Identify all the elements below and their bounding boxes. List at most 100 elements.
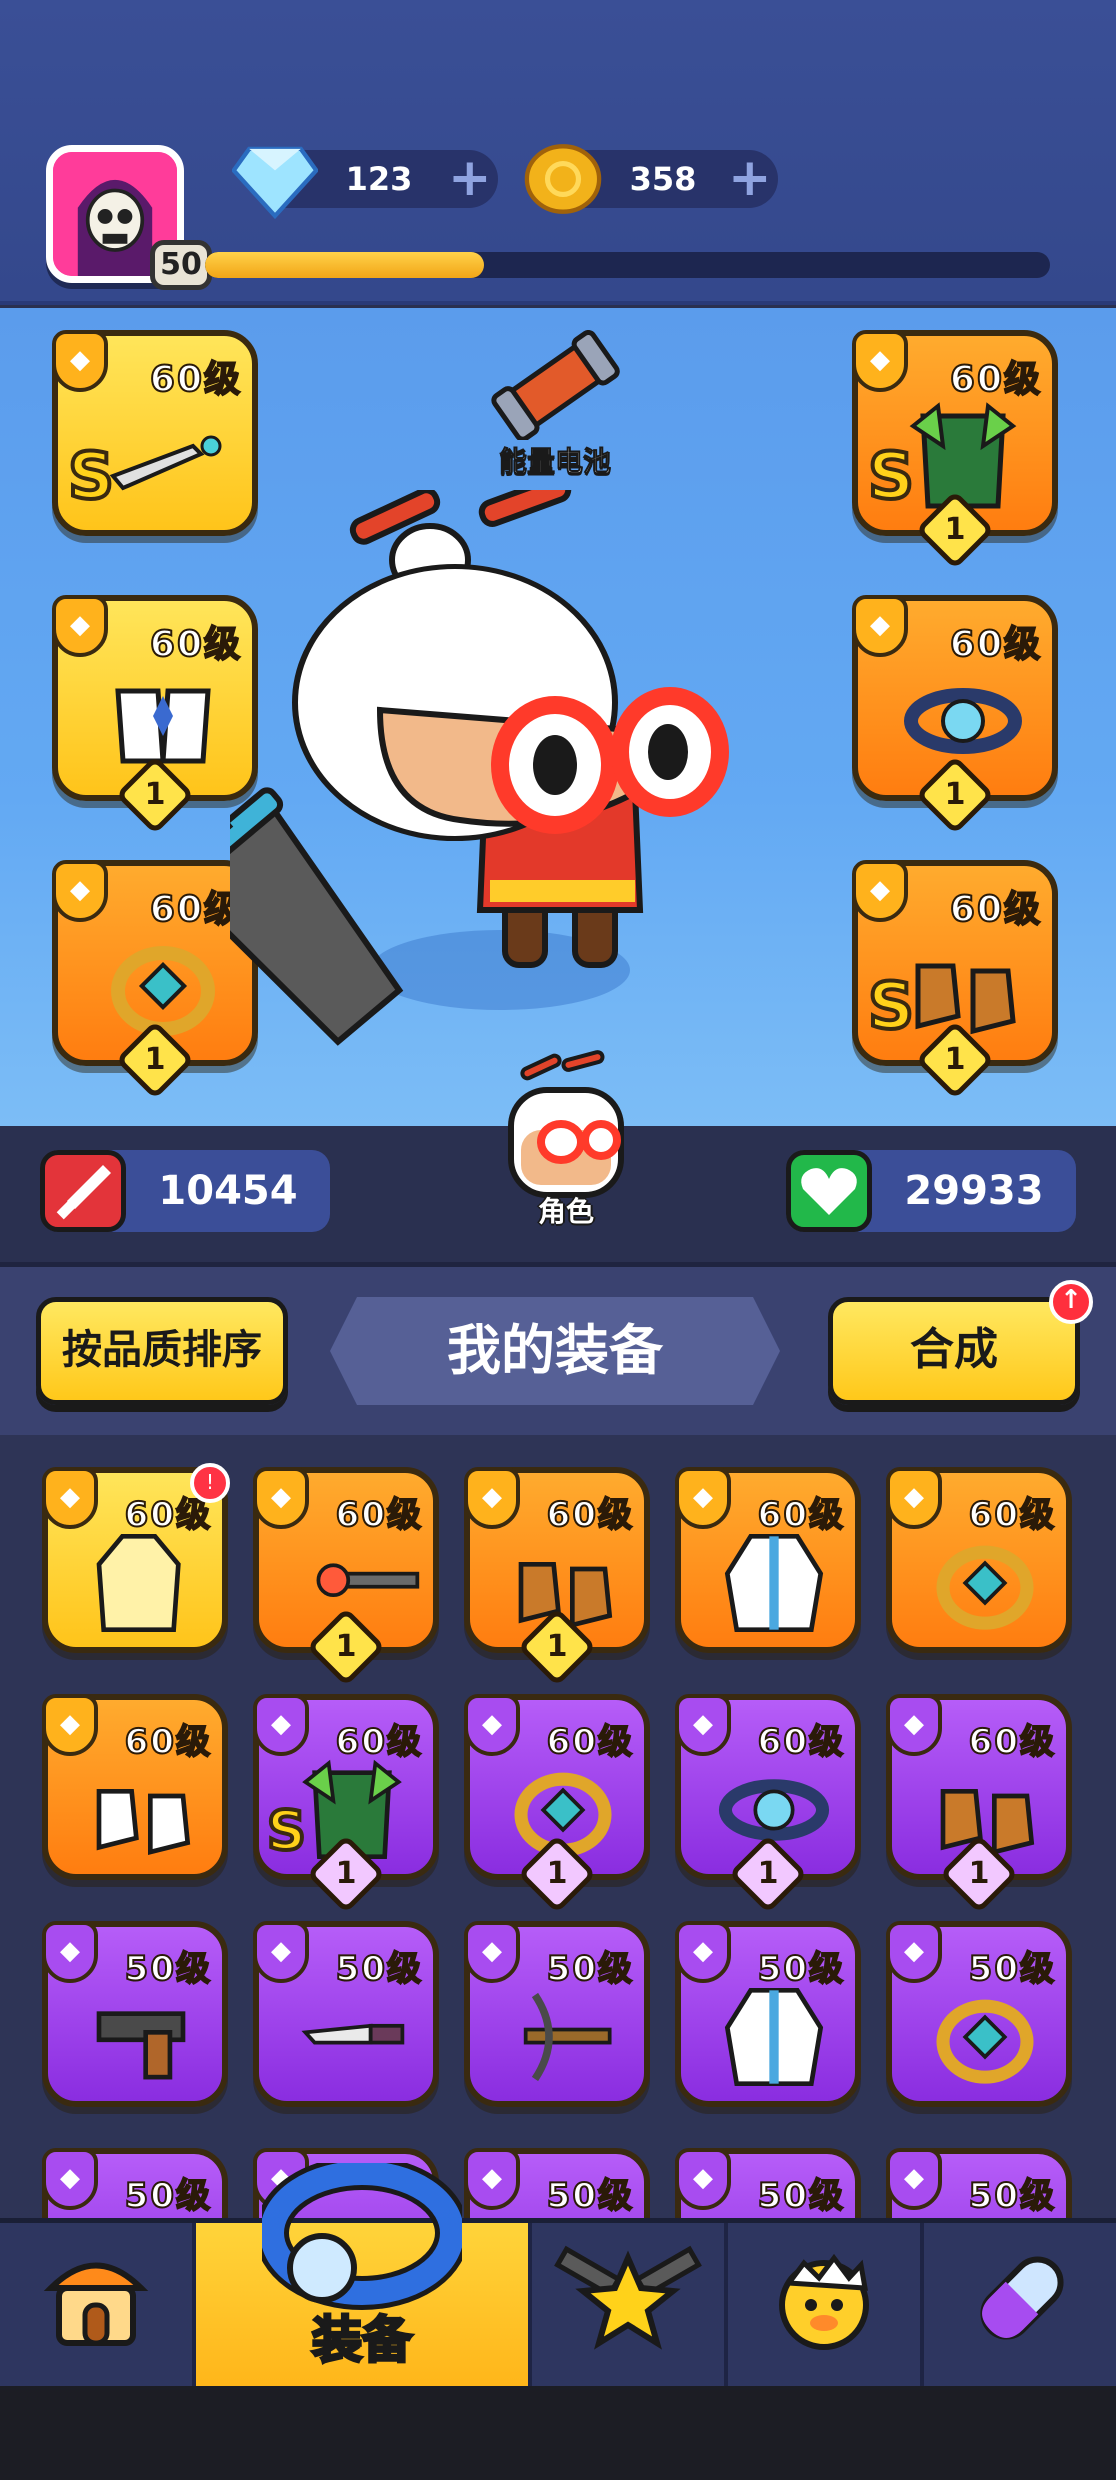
- robe-icon: [724, 1534, 824, 1632]
- item-level: 60级: [968, 1494, 1056, 1536]
- equipped-belt-slot[interactable]: ◆ 60级 1: [852, 595, 1058, 835]
- sort-by-quality-button[interactable]: 按品质排序: [36, 1297, 288, 1405]
- item-level: 60级: [335, 1721, 423, 1763]
- item-grade: S: [66, 438, 116, 516]
- character-button[interactable]: 角色: [492, 1050, 640, 1230]
- item-level: 50级: [335, 1948, 423, 1990]
- item-level: 60级: [546, 1494, 634, 1536]
- add-coins-button[interactable]: +: [728, 152, 772, 204]
- inventory-item[interactable]: ◆ 60级 1: [464, 1694, 650, 1914]
- ring-icon: [936, 1545, 1034, 1630]
- nav-capsule[interactable]: [924, 2223, 1116, 2386]
- item-level: 50级: [124, 2175, 212, 2217]
- inventory-title: 我的装备: [330, 1297, 780, 1405]
- inventory-item[interactable]: ◆ 60级 1: [675, 1694, 861, 1914]
- star-rank-value: 1: [944, 512, 966, 547]
- slot-type-icon: ◆: [886, 1467, 942, 1529]
- slot-type-icon: ◆: [42, 2148, 98, 2210]
- slot-type-icon: ◆: [52, 860, 108, 922]
- item-level: 50级: [757, 1948, 845, 1990]
- attack-value: 10454: [158, 1168, 298, 1214]
- equipped-weapon-slot[interactable]: ◆ 60级 S: [52, 330, 258, 536]
- equipped-boots-slot[interactable]: ◆ 60级 S 1: [852, 860, 1058, 1100]
- item-level: 60级: [949, 358, 1042, 401]
- add-gems-button[interactable]: +: [448, 152, 492, 204]
- equipped-armor-slot[interactable]: ◆ 60级 S 1: [852, 330, 1058, 570]
- heart-icon: [786, 1150, 872, 1232]
- hero-character[interactable]: [230, 490, 770, 1070]
- knife-icon: [301, 2023, 405, 2045]
- slot-type-icon: ◆: [675, 1694, 731, 1756]
- item-level: 60级: [757, 1721, 845, 1763]
- star-guns-icon: [554, 2245, 702, 2350]
- item-level: 60级: [949, 623, 1042, 666]
- star-rank-value: 1: [335, 1856, 357, 1891]
- inventory-item[interactable]: ◆ 60级: [675, 1467, 861, 1653]
- inventory-panel: 按品质排序 我的装备 合成 ↑ ◆ 60级! ◆ 60级 1 ◆ 60级 1 ◆ 60级 ◆ 60级 ◆…: [0, 1262, 1116, 2334]
- diamond-icon: [232, 146, 318, 220]
- slot-type-icon: ◆: [464, 1921, 520, 1983]
- equipped-ring-slot[interactable]: ◆ 60级 1: [52, 860, 258, 1100]
- nav-equipment[interactable]: 装备: [196, 2163, 532, 2386]
- item-level: 60级: [949, 888, 1042, 931]
- inventory-item[interactable]: ◆ 50级: [464, 1921, 650, 2107]
- white-boots-icon: [96, 1789, 191, 1855]
- ring-icon: [936, 1999, 1034, 2084]
- nav-pets[interactable]: [728, 2223, 924, 2386]
- attack-stat: 10454: [40, 1150, 330, 1232]
- item-level: 60级: [124, 1721, 212, 1763]
- new-item-icon: !: [190, 1463, 230, 1503]
- star-rank-value: 1: [944, 777, 966, 812]
- item-level: 60级: [335, 1494, 423, 1536]
- slot-type-icon: ◆: [464, 2148, 520, 2210]
- health-stat: 29933: [786, 1150, 1076, 1232]
- item-level: 50级: [757, 2175, 845, 2217]
- coin-icon: [524, 144, 602, 214]
- energy-battery-button[interactable]: 能量电池: [480, 329, 630, 480]
- item-grade: S: [866, 968, 916, 1046]
- inventory-item[interactable]: ◆ 60级 1: [464, 1467, 650, 1687]
- ring-equipment-icon: [262, 2163, 462, 2310]
- slot-type-icon: ◆: [886, 2148, 942, 2210]
- inventory-item[interactable]: ◆ 60级 S 1: [253, 1694, 439, 1914]
- inventory-item[interactable]: ◆ 60级: [42, 1694, 228, 1880]
- equipped-gloves-slot[interactable]: ◆ 60级 1: [52, 595, 258, 835]
- inventory-item[interactable]: ◆ 50级: [253, 1921, 439, 2107]
- merge-button[interactable]: 合成 ↑: [828, 1280, 1093, 1405]
- slot-type-icon: ◆: [42, 1694, 98, 1756]
- inventory-item[interactable]: ◆ 50级: [42, 1921, 228, 2107]
- inventory-item[interactable]: ◆ 60级 1: [886, 1694, 1072, 1914]
- slot-type-icon: ◆: [675, 1467, 731, 1529]
- merge-label: 合成: [910, 1324, 998, 1375]
- merge-alert-icon: ↑: [1049, 1280, 1093, 1324]
- item-level: 50级: [968, 1948, 1056, 1990]
- inventory-item[interactable]: ◆ 50级: [886, 1921, 1072, 2107]
- star-rank-value: 1: [546, 1629, 568, 1664]
- health-value: 29933: [904, 1168, 1044, 1214]
- gem-counter: 123 +: [232, 146, 498, 220]
- nav-skills[interactable]: [532, 2223, 728, 2386]
- nav-shop[interactable]: [0, 2223, 196, 2386]
- character-head-icon: [508, 1050, 624, 1198]
- slot-type-icon: ◆: [253, 1921, 309, 1983]
- slot-type-icon: ◆: [852, 595, 908, 657]
- robe-icon: [724, 1988, 824, 2086]
- capsule-icon: [980, 2256, 1064, 2340]
- slot-type-icon: ◆: [253, 1694, 309, 1756]
- slot-type-icon: ◆: [852, 860, 908, 922]
- inventory-item[interactable]: ◆ 60级!: [42, 1463, 230, 1653]
- inventory-item[interactable]: ◆ 60级 1: [253, 1467, 439, 1687]
- inventory-item[interactable]: ◆ 50级: [675, 1921, 861, 2107]
- item-level: 50级: [124, 1948, 212, 1990]
- item-grade: S: [866, 438, 916, 516]
- slot-type-icon: ◆: [675, 2148, 731, 2210]
- inventory-item[interactable]: ◆ 60级: [886, 1467, 1072, 1653]
- slot-type-icon: ◆: [42, 1921, 98, 1983]
- slot-type-icon: ◆: [52, 330, 108, 392]
- battery-icon: [491, 329, 620, 442]
- item-level: 60级: [149, 358, 242, 401]
- slot-type-icon: ◆: [464, 1467, 520, 1529]
- pistol-icon: [96, 2011, 186, 2080]
- star-rank-value: 1: [335, 1629, 357, 1664]
- inventory-toolbar: 按品质排序 我的装备 合成 ↑: [0, 1267, 1116, 1435]
